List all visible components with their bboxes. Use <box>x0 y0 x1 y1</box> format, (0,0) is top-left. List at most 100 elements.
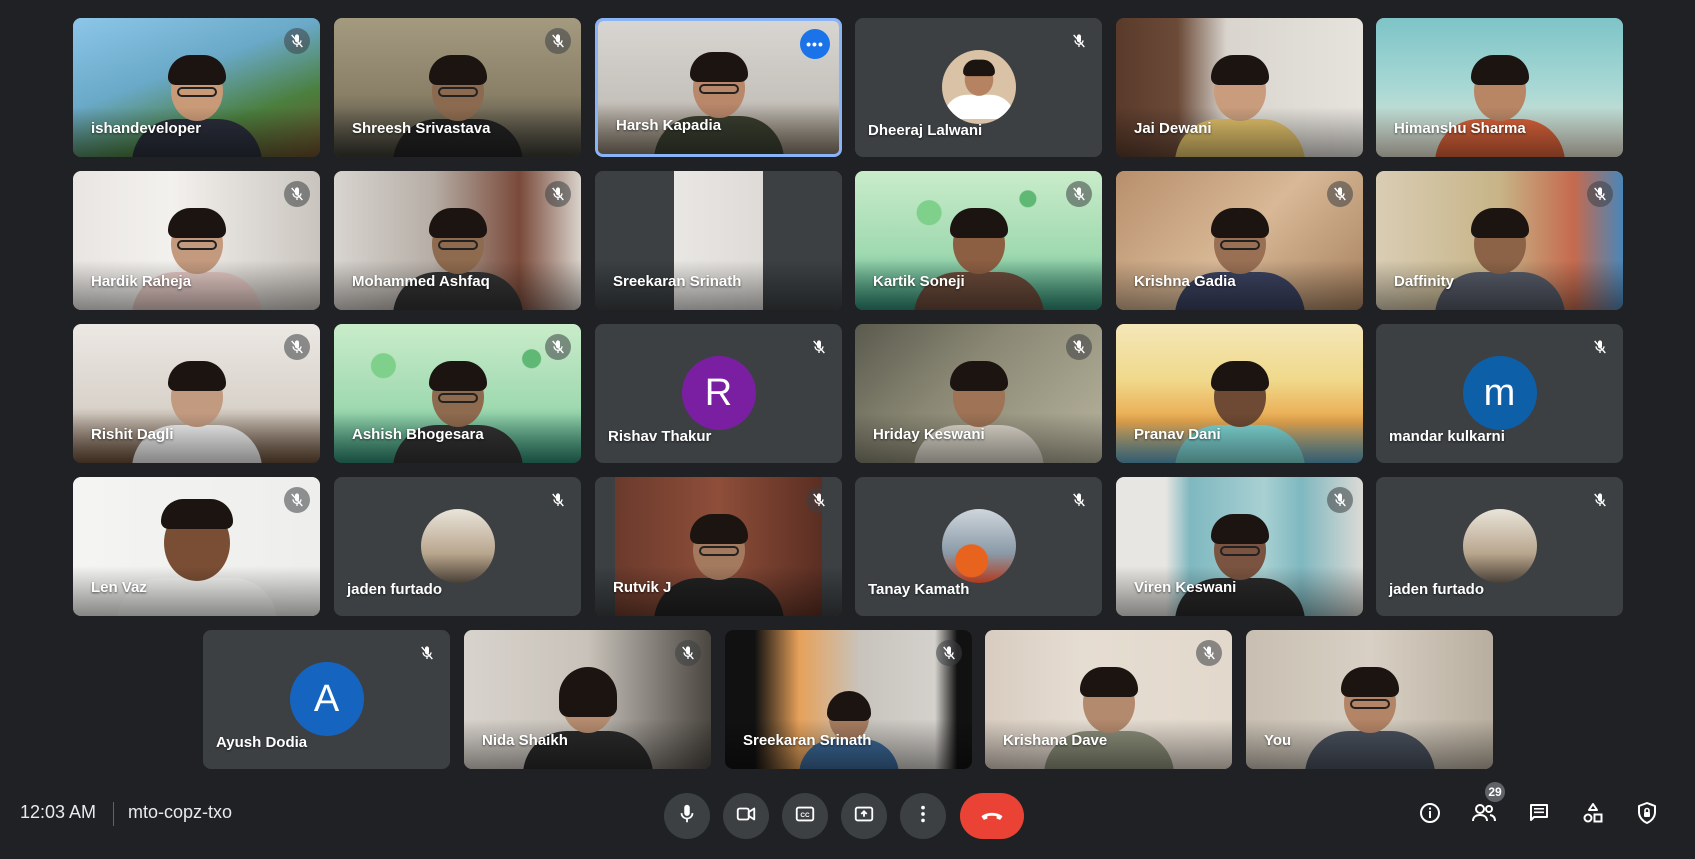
participant-name: Daffinity <box>1394 273 1454 290</box>
mic-off-icon <box>1327 487 1353 513</box>
people-icon <box>1471 801 1497 830</box>
activities-icon <box>1581 801 1605 830</box>
end-call-button[interactable] <box>960 793 1024 839</box>
participant-tile[interactable]: Sreekaran Srinath <box>595 171 842 310</box>
participant-count-badge: 29 <box>1485 782 1505 802</box>
participant-tile[interactable]: Jai Dewani <box>1116 18 1363 157</box>
participant-name: Hriday Keswani <box>873 426 985 443</box>
initial-avatar: m <box>1462 356 1537 430</box>
mic-off-icon <box>1196 640 1222 666</box>
participant-name: jaden furtado <box>347 581 443 598</box>
mic-off-icon <box>545 334 571 360</box>
participant-tile[interactable]: Hriday Keswani <box>855 324 1102 463</box>
chat-icon <box>1527 801 1551 830</box>
participant-name: Dheeraj Lalwani <box>868 122 983 139</box>
mic-off-icon <box>545 28 571 54</box>
participant-tile[interactable]: Nida Shaikh <box>464 630 711 769</box>
participant-tile[interactable]: Mohammed Ashfaq <box>334 171 581 310</box>
mic-off-icon <box>1066 334 1092 360</box>
participant-name: Krishna Gadia <box>1134 273 1236 290</box>
participant-name: Nida Shaikh <box>482 732 568 749</box>
participant-tile[interactable]: Daffinity <box>1376 171 1623 310</box>
participant-tile[interactable]: Shreesh Srivastava <box>334 18 581 157</box>
participant-name: Shreesh Srivastava <box>352 120 491 137</box>
mic-off-icon <box>806 334 832 360</box>
mic-off-icon <box>284 487 310 513</box>
participant-name: Ayush Dodia <box>216 734 308 751</box>
participant-name: Jai Dewani <box>1134 120 1212 137</box>
participant-tile-speaking[interactable]: ••• Harsh Kapadia <box>595 18 842 157</box>
microphone-button[interactable] <box>664 793 710 839</box>
mic-off-icon <box>1066 181 1092 207</box>
participant-name: Kartik Soneji <box>873 273 965 290</box>
captions-icon: CC <box>794 803 816 830</box>
end-call-icon <box>978 800 1006 833</box>
mic-off-icon <box>545 487 571 513</box>
divider <box>113 802 114 826</box>
participant-tile[interactable]: jaden furtado <box>1376 477 1623 616</box>
participant-tile[interactable]: Kartik Soneji <box>855 171 1102 310</box>
more-options-icon[interactable]: ••• <box>800 29 830 59</box>
people-button[interactable] <box>1469 800 1499 830</box>
activities-button[interactable] <box>1578 800 1608 830</box>
profile-photo-avatar <box>420 509 495 583</box>
initial-avatar: A <box>289 662 364 736</box>
mic-off-icon <box>1587 334 1613 360</box>
profile-photo-avatar <box>941 509 1016 583</box>
meeting-control-bar: 12:03 AM mto-copz-txo CC 29 <box>0 780 1695 859</box>
mic-off-icon <box>1327 181 1353 207</box>
participant-tile[interactable]: Hardik Raheja <box>73 171 320 310</box>
participant-tile[interactable]: Rutvik J <box>595 477 842 616</box>
participant-tile[interactable]: Krishana Dave <box>985 630 1232 769</box>
participant-name: Rishit Dagli <box>91 426 174 443</box>
svg-text:CC: CC <box>800 812 810 819</box>
host-controls-shield-icon <box>1635 801 1659 830</box>
meeting-details-button[interactable] <box>1415 800 1445 830</box>
participant-tile[interactable]: jaden furtado <box>334 477 581 616</box>
participant-name: mandar kulkarni <box>1389 428 1505 445</box>
participant-name: Krishana Dave <box>1003 732 1108 749</box>
participant-name: You <box>1264 732 1292 749</box>
more-options-button[interactable] <box>900 793 946 839</box>
participant-tile[interactable]: A Ayush Dodia <box>203 630 450 769</box>
participant-tile[interactable]: Viren Keswani <box>1116 477 1363 616</box>
chat-button[interactable] <box>1524 800 1554 830</box>
meeting-time: 12:03 AM <box>20 802 97 822</box>
participant-tile[interactable]: ishandeveloper <box>73 18 320 157</box>
grid-row-5: A Ayush Dodia Nida Shaikh Sreekaran Srin… <box>0 630 1695 769</box>
participant-name: Harsh Kapadia <box>616 117 722 134</box>
participant-tile[interactable]: Sreekaran Srinath <box>725 630 972 769</box>
mic-off-icon <box>284 181 310 207</box>
participant-tile[interactable]: Krishna Gadia <box>1116 171 1363 310</box>
info-icon <box>1418 801 1442 830</box>
grid-row-3: Rishit Dagli Ashish Bhogesara R Rishav T… <box>0 324 1695 463</box>
present-screen-icon <box>853 803 875 830</box>
host-controls-button[interactable] <box>1632 800 1662 830</box>
participant-tile-self[interactable]: You <box>1246 630 1493 769</box>
participant-tile[interactable]: Pranav Dani <box>1116 324 1363 463</box>
present-button[interactable] <box>841 793 887 839</box>
participant-name: Tanay Kamath <box>868 581 970 598</box>
mic-off-icon <box>806 487 832 513</box>
grid-row-4: Len Vaz jaden furtado Rutvik J Tanay Kam… <box>0 477 1695 616</box>
participant-tile[interactable]: m mandar kulkarni <box>1376 324 1623 463</box>
participant-tile[interactable]: Tanay Kamath <box>855 477 1102 616</box>
grid-row-2: Hardik Raheja Mohammed Ashfaq Sreekaran … <box>0 171 1695 310</box>
mic-off-icon <box>284 28 310 54</box>
participant-tile[interactable]: Dheeraj Lalwani <box>855 18 1102 157</box>
participant-name: Viren Keswani <box>1134 579 1237 596</box>
mic-off-icon <box>936 640 962 666</box>
camera-button[interactable] <box>723 793 769 839</box>
participant-tile[interactable]: R Rishav Thakur <box>595 324 842 463</box>
participant-name: Himanshu Sharma <box>1394 120 1526 137</box>
participant-tile[interactable]: Len Vaz <box>73 477 320 616</box>
participant-tile[interactable]: Rishit Dagli <box>73 324 320 463</box>
captions-button[interactable]: CC <box>782 793 828 839</box>
participant-name: Hardik Raheja <box>91 273 192 290</box>
mic-off-icon <box>414 640 440 666</box>
participant-tile[interactable]: Himanshu Sharma <box>1376 18 1623 157</box>
participant-name: Sreekaran Srinath <box>743 732 872 749</box>
participant-tile[interactable]: Ashish Bhogesara <box>334 324 581 463</box>
participant-name: Sreekaran Srinath <box>613 273 742 290</box>
microphone-icon <box>676 803 698 830</box>
